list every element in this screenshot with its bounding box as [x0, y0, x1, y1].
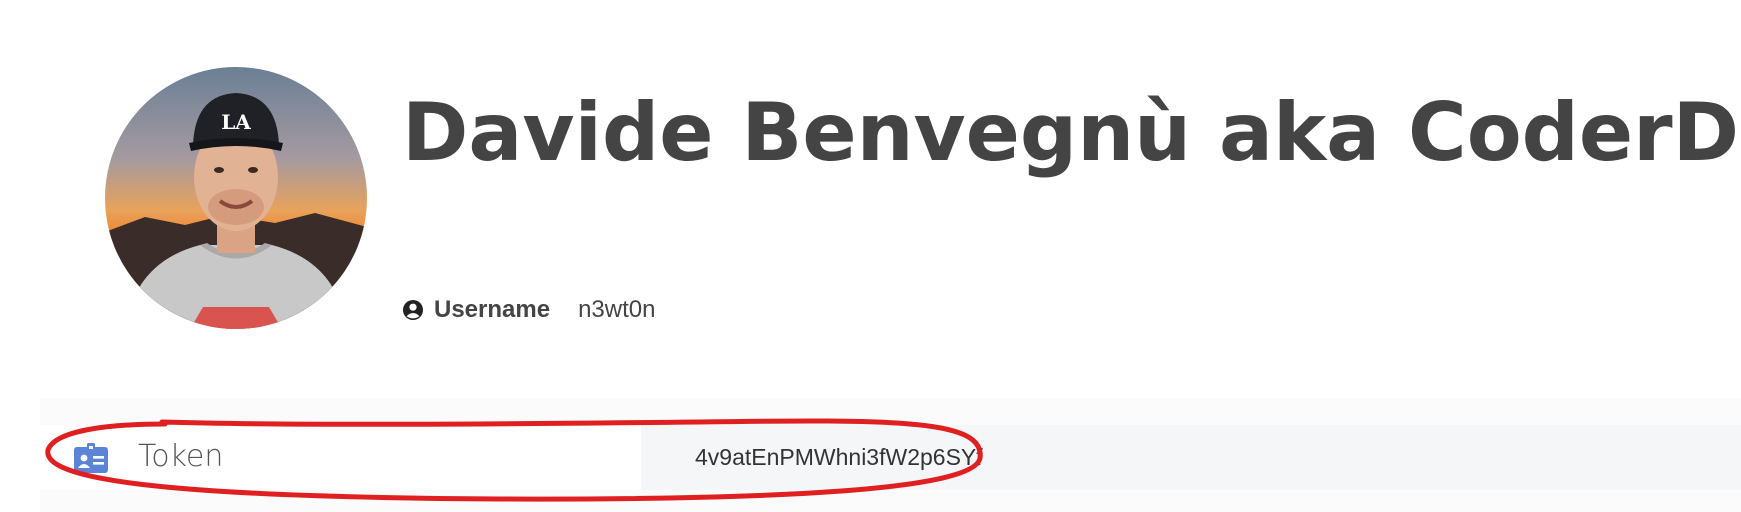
- username-value: n3wt0n: [578, 296, 656, 323]
- avatar-photo: LA: [105, 67, 367, 329]
- id-badge-icon: [74, 443, 108, 473]
- profile-name: Davide Benvegnù aka CoderDave: [402, 86, 1741, 179]
- cap-logo: LA: [221, 110, 251, 134]
- username-row: Username n3wt0n: [402, 293, 655, 327]
- token-value: 4v9atEnPMWhni3fW2p6SYf: [695, 444, 983, 470]
- token-label-cell: Token: [40, 425, 641, 490]
- username-label: Username: [434, 296, 551, 323]
- token-row: Token 4v9atEnPMWhni3fW2p6SYf: [40, 425, 1741, 490]
- token-value-cell: 4v9atEnPMWhni3fW2p6SYf: [641, 425, 1741, 490]
- token-label: Token: [138, 439, 224, 474]
- profile-page: LA Davide Benvegnù aka CoderDave Usernam…: [0, 0, 1741, 512]
- details-table: Token 4v9atEnPMWhni3fW2p6SYf: [40, 398, 1741, 512]
- avatar: LA: [105, 67, 367, 329]
- user-circle-icon: [403, 300, 423, 320]
